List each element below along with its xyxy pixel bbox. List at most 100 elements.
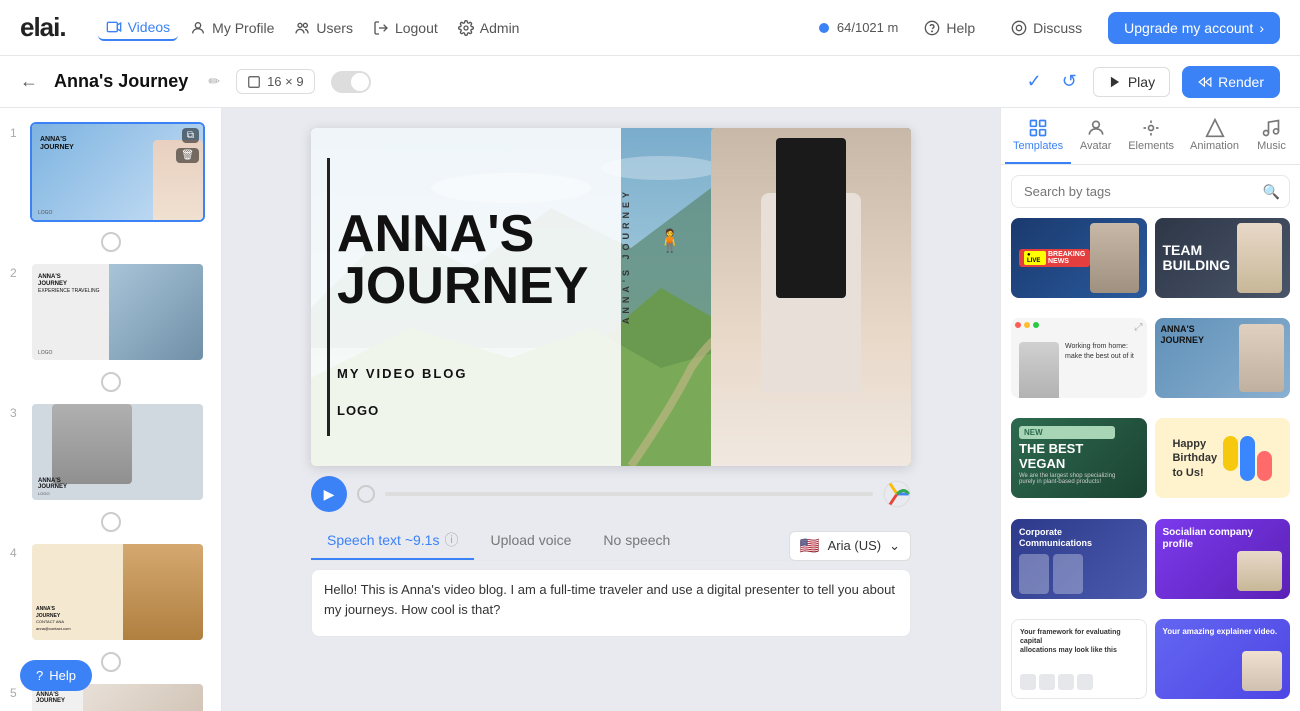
breaking-avatar <box>1090 223 1138 293</box>
subheader: ← Anna's Journey ✏ 16 × 9 ✓ ↺ Play Rende… <box>0 56 1300 108</box>
template-breaking-news[interactable]: ● LIVE BREAKINGNEWS <box>1011 218 1147 298</box>
user-icon <box>190 20 206 36</box>
progress-bar[interactable] <box>385 492 873 496</box>
speech-tabs: Speech text ~9.1s ⓘ Upload voice No spee… <box>311 522 789 561</box>
voice-selector[interactable]: 🇺🇸 Aria (US) ⌄ <box>789 531 911 561</box>
aspect-ratio-icon <box>247 75 261 89</box>
canvas-main-title: ANNA'S JOURNEY <box>337 208 588 312</box>
tab-avatar[interactable]: Avatar <box>1071 108 1120 164</box>
nav-users[interactable]: Users <box>286 16 361 40</box>
nav-my-profile[interactable]: My Profile <box>182 16 282 40</box>
toggle-track[interactable] <box>331 71 371 93</box>
back-button[interactable]: ← <box>20 71 38 92</box>
fw-icon-3 <box>1058 674 1074 690</box>
header: elai. Videos My Profile Users Logout Adm… <box>0 0 1300 56</box>
slide-item-4[interactable]: 4 ANNA'SJOURNEYCONTACT ANAanna@contact.c… <box>0 536 221 648</box>
template-happy-birthday[interactable]: HappyBirthdayto Us! <box>1155 418 1291 498</box>
tab-animation[interactable]: Animation <box>1182 108 1247 164</box>
wfh-dots <box>1015 322 1143 328</box>
search-input[interactable] <box>1011 175 1290 208</box>
slide4-person <box>123 544 203 640</box>
speech-textarea[interactable]: Hello! This is Anna's video blog. I am a… <box>311 569 911 637</box>
help-floating-button[interactable]: ? Help <box>20 660 92 691</box>
wfh-text-block: Working from home:make the best out of i… <box>1065 342 1134 362</box>
slide-delete-button-1[interactable]: 🗑 <box>176 148 199 163</box>
template-framework[interactable]: Your framework for evaluating capitalall… <box>1011 619 1147 699</box>
slide-thumb-2[interactable]: ANNA'SJOURNEYEXPERIENCE TRAVELING LOGO <box>30 262 205 362</box>
slide-thumb-1[interactable]: ANNA'SJOURNEY LOGO ⧉ 🗑 <box>30 122 205 222</box>
upgrade-button[interactable]: Upgrade my account › <box>1108 12 1280 44</box>
app-logo: elai. <box>20 12 66 43</box>
vegan-text-block: NEW THE BESTVEGAN We are the largest sho… <box>1019 426 1115 485</box>
play-button[interactable]: Play <box>1093 67 1170 97</box>
corp-avatar-2 <box>1053 554 1083 594</box>
corp-avatar-1 <box>1019 554 1049 594</box>
toggle-switch[interactable] <box>331 71 371 93</box>
framework-icons <box>1020 674 1138 690</box>
tab-music[interactable]: Music <box>1247 108 1296 164</box>
tab-templates[interactable]: Templates <box>1005 108 1071 164</box>
canvas-record-button[interactable] <box>357 485 375 503</box>
template-team-building[interactable]: TEAMBUILDING <box>1155 218 1291 298</box>
canvas-border-line <box>327 158 330 436</box>
undo-button[interactable]: ↺ <box>1058 67 1081 96</box>
nav-logout[interactable]: Logout <box>365 16 446 40</box>
slide-item-3[interactable]: 3 ANNA'SJOURNEY LOGO <box>0 396 221 508</box>
usage-dot <box>819 23 829 33</box>
live-badge: ● LIVE BREAKINGNEWS <box>1019 249 1090 267</box>
slide2-text: ANNA'SJOURNEYEXPERIENCE TRAVELING <box>38 274 100 296</box>
speech-tab-text[interactable]: Speech text ~9.1s ⓘ <box>311 522 474 560</box>
avatar-hair <box>776 138 846 298</box>
speech-info-icon: ⓘ <box>444 530 458 550</box>
slide3-logo: LOGO <box>38 491 50 496</box>
birthday-figures <box>1223 436 1272 481</box>
slide1-text: ANNA'SJOURNEY <box>40 136 74 151</box>
slide-item-2[interactable]: 2 ANNA'SJOURNEYEXPERIENCE TRAVELING LOGO <box>0 256 221 368</box>
mountain-figure: 🧍 <box>656 228 683 254</box>
nav-admin[interactable]: Admin <box>450 16 528 40</box>
search-box: 🔍 <box>1011 175 1290 208</box>
slide2-logo: LOGO <box>38 350 52 356</box>
header-right: 64/1021 m Help Discuss Upgrade my accoun… <box>819 12 1280 44</box>
edit-title-icon[interactable]: ✏ <box>208 73 220 90</box>
template-anna-journey[interactable]: ANNA'SJOURNEY <box>1155 318 1291 398</box>
canvas-controls: ▶ <box>311 476 911 512</box>
slide-thumb-3[interactable]: ANNA'SJOURNEY LOGO <box>30 402 205 502</box>
search-icon: 🔍 <box>1263 183 1280 200</box>
canvas-logo: LOGO <box>337 403 379 418</box>
slide-thumb-4[interactable]: ANNA'SJOURNEYCONTACT ANAanna@contact.com <box>30 542 205 642</box>
template-social-company[interactable]: Socialian companyprofile <box>1155 519 1291 599</box>
chevron-down-icon: ⌄ <box>889 538 900 554</box>
discuss-button[interactable]: Discuss <box>1001 14 1092 42</box>
slide3-text: ANNA'SJOURNEY <box>38 478 67 490</box>
slide1-logo: LOGO <box>38 210 52 216</box>
animation-icon <box>1205 118 1225 138</box>
tab-elements[interactable]: Elements <box>1120 108 1182 164</box>
speech-tab-upload[interactable]: Upload voice <box>474 522 587 560</box>
anna-text-block: ANNA'SJOURNEY <box>1161 324 1205 346</box>
fw-icon-4 <box>1077 674 1093 690</box>
template-work-from-home[interactable]: Working from home:make the best out of i… <box>1011 318 1147 398</box>
canvas-frame[interactable]: ANNA'S JOURNEY MY VIDEO BLOG LOGO ANNA'S… <box>311 128 911 466</box>
template-icon <box>1028 118 1048 138</box>
check-button[interactable]: ✓ <box>1023 67 1046 96</box>
elements-icon <box>1141 118 1161 138</box>
slides-panel: 1 ANNA'SJOURNEY LOGO ⧉ 🗑 2 <box>0 108 222 711</box>
template-best-vegan[interactable]: NEW THE BESTVEGAN We are the largest sho… <box>1011 418 1147 498</box>
canvas-play-button[interactable]: ▶ <box>311 476 347 512</box>
render-button[interactable]: Render <box>1182 66 1280 98</box>
slide-copy-button-1[interactable]: ⧉ <box>182 128 199 143</box>
template-corporate-comm[interactable]: CorporateCommunications <box>1011 519 1147 599</box>
video-icon <box>106 19 122 35</box>
social-text: Socialian companyprofile <box>1163 527 1283 551</box>
flag-icon: 🇺🇸 <box>800 536 820 556</box>
nav-videos[interactable]: Videos <box>98 15 179 41</box>
slide-item-1[interactable]: 1 ANNA'SJOURNEY LOGO ⧉ 🗑 <box>0 116 221 228</box>
anna-avatar <box>1239 324 1284 392</box>
wfh-expand-icon: ⤢ <box>1135 322 1143 333</box>
breaking-text-col: ● LIVE BREAKINGNEWS <box>1019 249 1090 267</box>
template-explainer[interactable]: Your amazing explainer video. <box>1155 619 1291 699</box>
help-button[interactable]: Help <box>914 14 985 42</box>
aspect-ratio-selector[interactable]: 16 × 9 <box>236 69 315 94</box>
speech-tab-none[interactable]: No speech <box>587 522 686 560</box>
